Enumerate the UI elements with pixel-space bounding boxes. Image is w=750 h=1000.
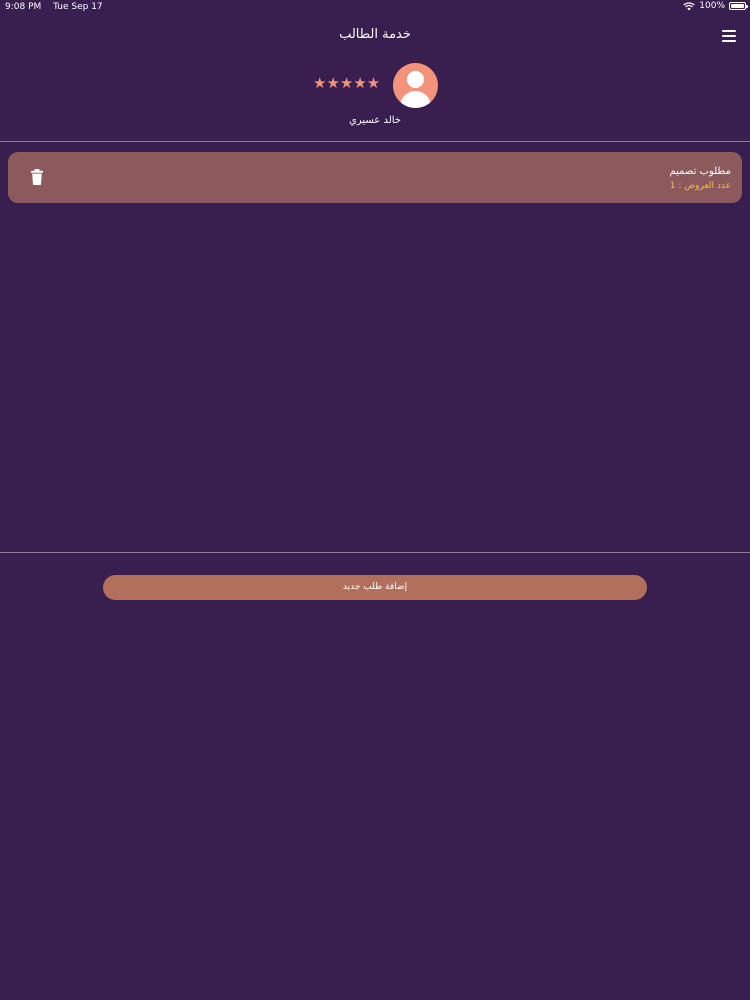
divider-bottom [0, 552, 750, 553]
hamburger-menu-icon[interactable] [722, 30, 736, 42]
battery-fill [731, 4, 744, 8]
user-avatar-icon [393, 63, 438, 108]
wifi-icon [683, 1, 695, 10]
app-screen: 9:08 PM Tue Sep 17 100% خدمة الطالب ★★★★… [0, 0, 750, 1000]
trash-icon[interactable] [31, 169, 43, 185]
rating-stars: ★★★★★ [313, 74, 381, 92]
status-left: 9:08 PM Tue Sep 17 [5, 2, 103, 12]
nav-bar: خدمة الطالب [0, 14, 750, 56]
add-request-button[interactable]: إضافة طلب جديد [103, 575, 647, 600]
battery-icon [729, 2, 748, 10]
request-card[interactable]: مطلوب تصميم عدد العروض : 1 [8, 152, 742, 203]
request-offers-count: عدد العروض : 1 [669, 181, 731, 191]
request-title: مطلوب تصميم [669, 166, 731, 177]
status-bar: 9:08 PM Tue Sep 17 100% [0, 0, 750, 14]
user-name: خالد عسيري [349, 115, 401, 126]
profile-header: ★★★★★ خالد عسيري [0, 62, 750, 132]
status-time: 9:08 PM [5, 2, 42, 12]
divider-top [0, 141, 750, 142]
battery-percent: 100% [699, 1, 725, 11]
page-title: خدمة الطالب [339, 27, 411, 42]
status-right: 100% [683, 1, 748, 11]
status-date: Tue Sep 17 [53, 2, 103, 12]
